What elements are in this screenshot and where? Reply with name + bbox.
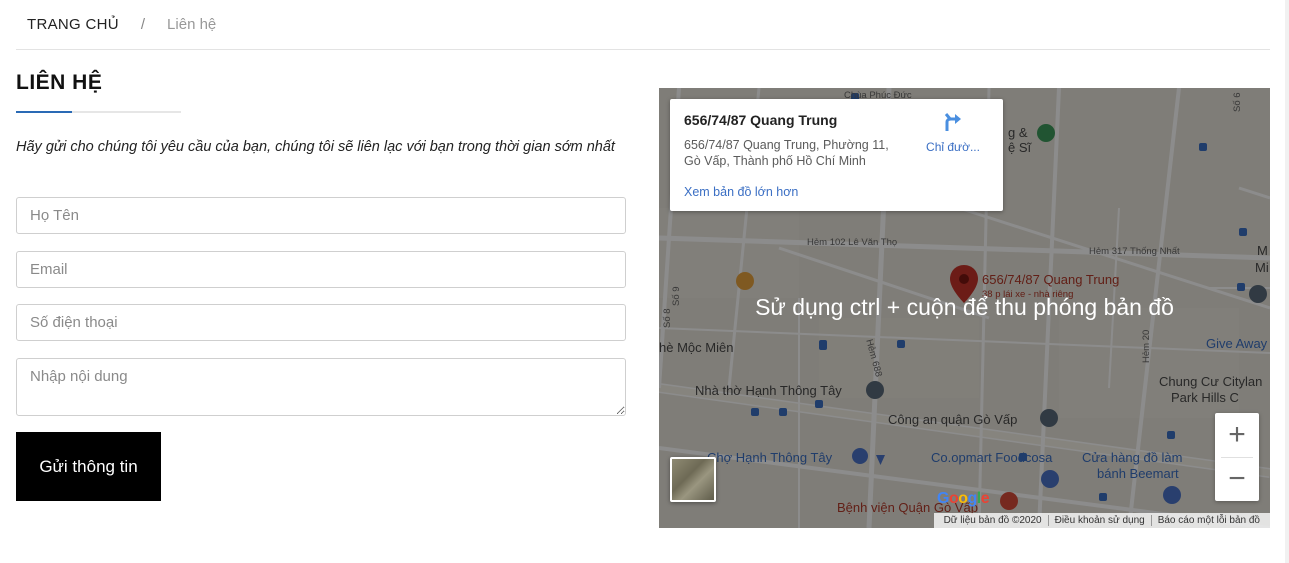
terms-link[interactable]: Điều khoản sử dụng [1047,515,1151,526]
title-underline [16,111,181,113]
satellite-toggle[interactable] [670,457,716,502]
intro-text: Hãy gửi cho chúng tôi yêu cầu của bạn, c… [16,139,615,155]
breadcrumb-separator: / [140,16,146,33]
email-input[interactable] [16,251,626,288]
map-embed[interactable]: 656/74/87 Quang Trung 38 p lái xe - nhà … [659,88,1270,528]
google-logo: Google [937,490,990,507]
name-input[interactable] [16,197,626,234]
zoom-controls: + − [1215,413,1259,501]
submit-button[interactable]: Gửi thông tin [16,432,161,501]
page-title: LIÊN HỆ [16,71,103,94]
breadcrumb-current: Liên hệ [167,16,217,33]
zoom-in-button[interactable]: + [1215,413,1259,457]
map-attribution: Dữ liệu bản đồ ©2020 Điều khoản sử dụng … [933,513,1270,528]
breadcrumb: TRANG CHỦ / Liên hệ [16,0,1270,50]
report-error-link[interactable]: Báo cáo một lỗi bản đồ [1150,515,1266,526]
directions-icon [942,113,964,137]
phone-input[interactable] [16,304,626,341]
scrollbar[interactable] [1285,0,1289,563]
map-info-card: 656/74/87 Quang Trung 656/74/87 Quang Tr… [670,99,1003,211]
zoom-out-button[interactable]: − [1215,457,1259,501]
title-underline-accent [16,111,72,113]
directions-button[interactable]: Chỉ đườ... [920,111,986,154]
message-textarea[interactable] [16,358,626,416]
breadcrumb-home-link[interactable]: TRANG CHỦ [27,16,119,33]
view-larger-map-link[interactable]: Xem bản đồ lớn hơn [684,185,798,199]
map-scroll-hint: Sử dụng ctrl + cuộn để thu phóng bản đồ [755,294,1174,320]
place-address: 656/74/87 Quang Trung, Phường 11, Gò Vấp… [684,138,889,168]
map-data-credit: Dữ liệu bản đồ ©2020 [943,515,1042,526]
directions-label: Chỉ đườ... [926,140,980,154]
place-name: 656/74/87 Quang Trung [684,112,838,128]
